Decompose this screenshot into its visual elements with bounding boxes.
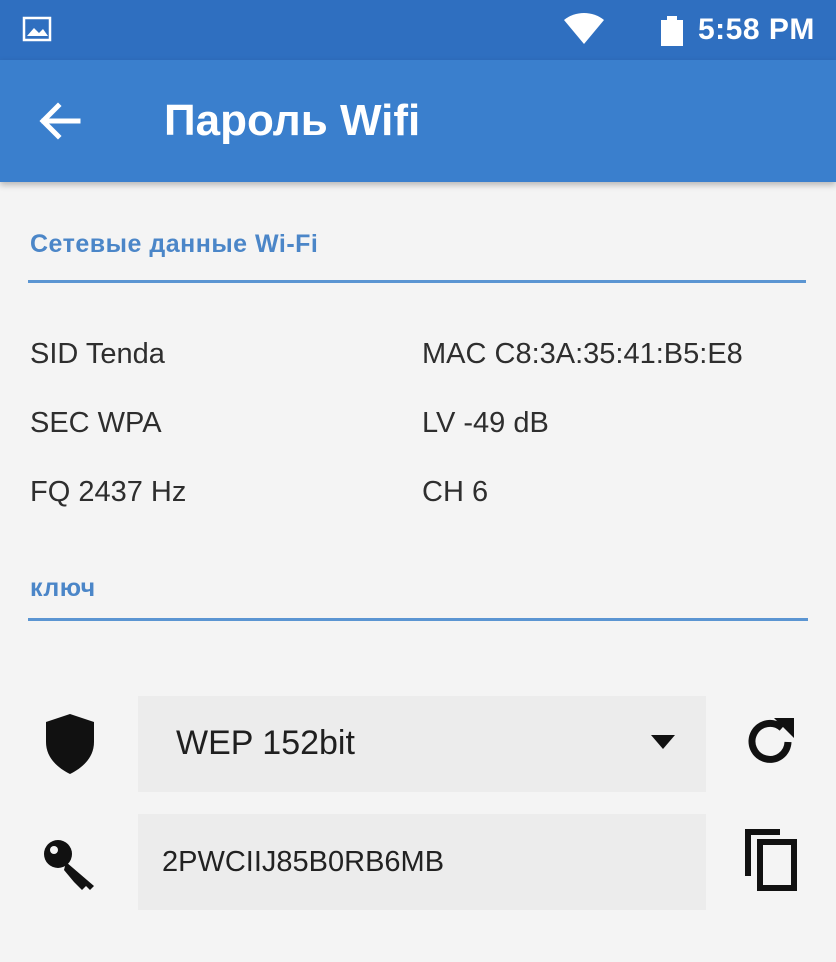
page-title: Пароль Wifi [164, 96, 421, 145]
shield-icon [46, 714, 94, 774]
wifi-icon [564, 12, 604, 45]
encryption-select[interactable]: WEP 152bit [138, 696, 706, 792]
ssid-label: SID Tenda [30, 338, 165, 370]
status-bar: 5:58 PM [0, 0, 836, 60]
chevron-down-icon [651, 735, 675, 749]
battery-icon [661, 16, 683, 46]
network-divider [28, 280, 806, 283]
screenshot-icon [22, 16, 52, 42]
network-section-title: Сетевые данные Wi-Fi [30, 230, 319, 258]
signal-level-label: LV -49 dB [422, 407, 549, 439]
mac-label: MAC C8:3A:35:41:B5:E8 [422, 338, 743, 370]
key-value-field[interactable] [138, 814, 706, 910]
security-label: SEC WPA [30, 407, 162, 439]
refresh-icon[interactable] [740, 712, 800, 772]
key-icon [44, 840, 94, 890]
key-divider [28, 618, 808, 621]
frequency-label: FQ 2437 Hz [30, 476, 187, 508]
arrow-left-icon[interactable] [34, 96, 84, 146]
encryption-selected-value: WEP 152bit [176, 724, 355, 762]
channel-label: CH 6 [422, 476, 489, 508]
copy-icon[interactable] [742, 826, 800, 892]
status-time: 5:58 PM [698, 13, 815, 46]
app-bar: Пароль Wifi [0, 60, 836, 182]
key-section-title: ключ [30, 574, 96, 602]
